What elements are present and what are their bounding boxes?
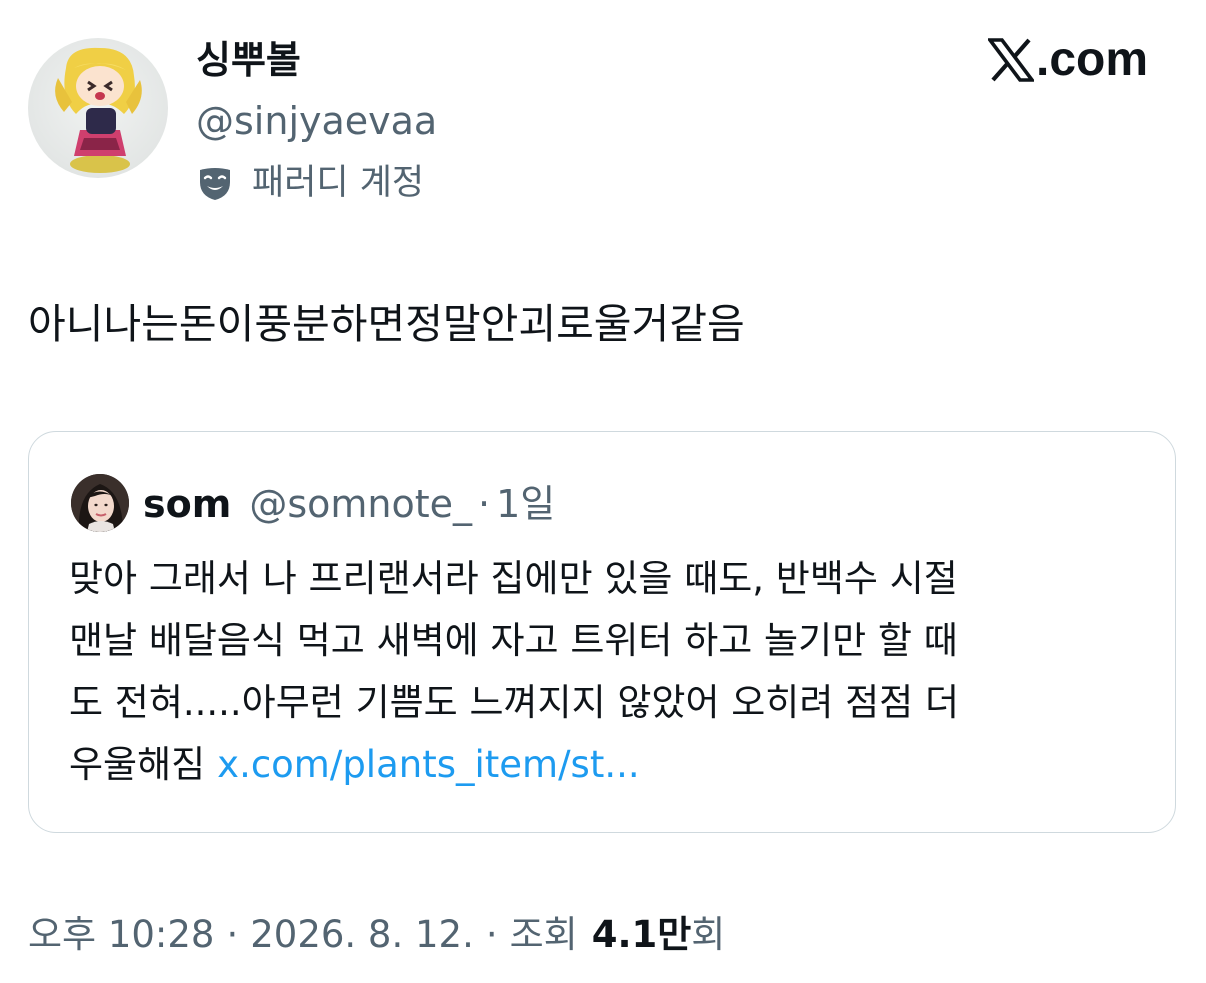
tweet-metadata: 오후 10:28 · 2026. 8. 12. · 조회 4.1만 회	[28, 906, 725, 964]
views-count: 4.1만	[591, 913, 692, 956]
quoted-author-avatar[interactable]	[71, 474, 129, 532]
avatar-figurine-image	[55, 47, 142, 173]
views-label: 조회	[509, 913, 578, 956]
x-brand-suffix: .com	[1036, 33, 1149, 86]
meta-separator: ·	[485, 913, 498, 956]
parody-account-badge: 패러디 계정	[196, 157, 424, 209]
views-unit: 회	[691, 913, 726, 956]
quoted-tweet-text: 맞아 그래서 나 프리랜서라 집에만 있을 때도, 반백수 시절 맨날 배달음식…	[69, 548, 1149, 796]
quoted-tweet-card[interactable]: som @somnote_ · 1일 맞아 그래서 나 프리랜서라 집에만 있을…	[28, 431, 1176, 833]
tweet-date[interactable]: 2026. 8. 12.	[250, 906, 474, 964]
quoted-text-line-content: 우울해짐	[69, 743, 206, 786]
quoted-tweet-link[interactable]: x.com/plants_item/st...	[217, 743, 639, 786]
quoted-text-line: 맞아 그래서 나 프리랜서라 집에만 있을 때도, 반백수 시절	[69, 557, 958, 600]
parody-account-label: 패러디 계정	[252, 163, 425, 203]
quoted-tweet-time[interactable]: 1일	[496, 478, 555, 530]
quoted-author-handle[interactable]: @somnote_	[249, 478, 472, 530]
x-brand-logo: .com	[988, 34, 1148, 86]
quoted-avatar-photo-image	[71, 474, 129, 532]
quoted-text-line: 도 전혀.....아무런 기쁨도 느껴지지 않았어 오히려 점점 더	[69, 681, 960, 724]
parody-mask-icon	[200, 168, 230, 200]
quoted-header-separator: ·	[478, 482, 491, 526]
author-display-name[interactable]: 싱뿌볼	[196, 34, 301, 86]
x-logo-icon	[988, 38, 1034, 82]
tweet-time[interactable]: 오후 10:28	[28, 906, 214, 964]
quoted-text-line: 맨날 배달음식 먹고 새벽에 자고 트위터 하고 놀기만 할 때	[69, 619, 958, 662]
quoted-text-line-last: 우울해짐 x.com/plants_item/st...	[69, 734, 1149, 796]
tweet-text: 아니나는돈이풍분하면정말안괴로울거같음	[28, 300, 745, 348]
quoted-author-name[interactable]: som	[143, 478, 231, 530]
author-avatar[interactable]	[28, 38, 168, 178]
author-handle[interactable]: @sinjyaevaa	[196, 96, 437, 146]
quoted-tweet-header: som @somnote_ · 1일	[143, 478, 555, 530]
meta-separator: ·	[226, 913, 239, 956]
